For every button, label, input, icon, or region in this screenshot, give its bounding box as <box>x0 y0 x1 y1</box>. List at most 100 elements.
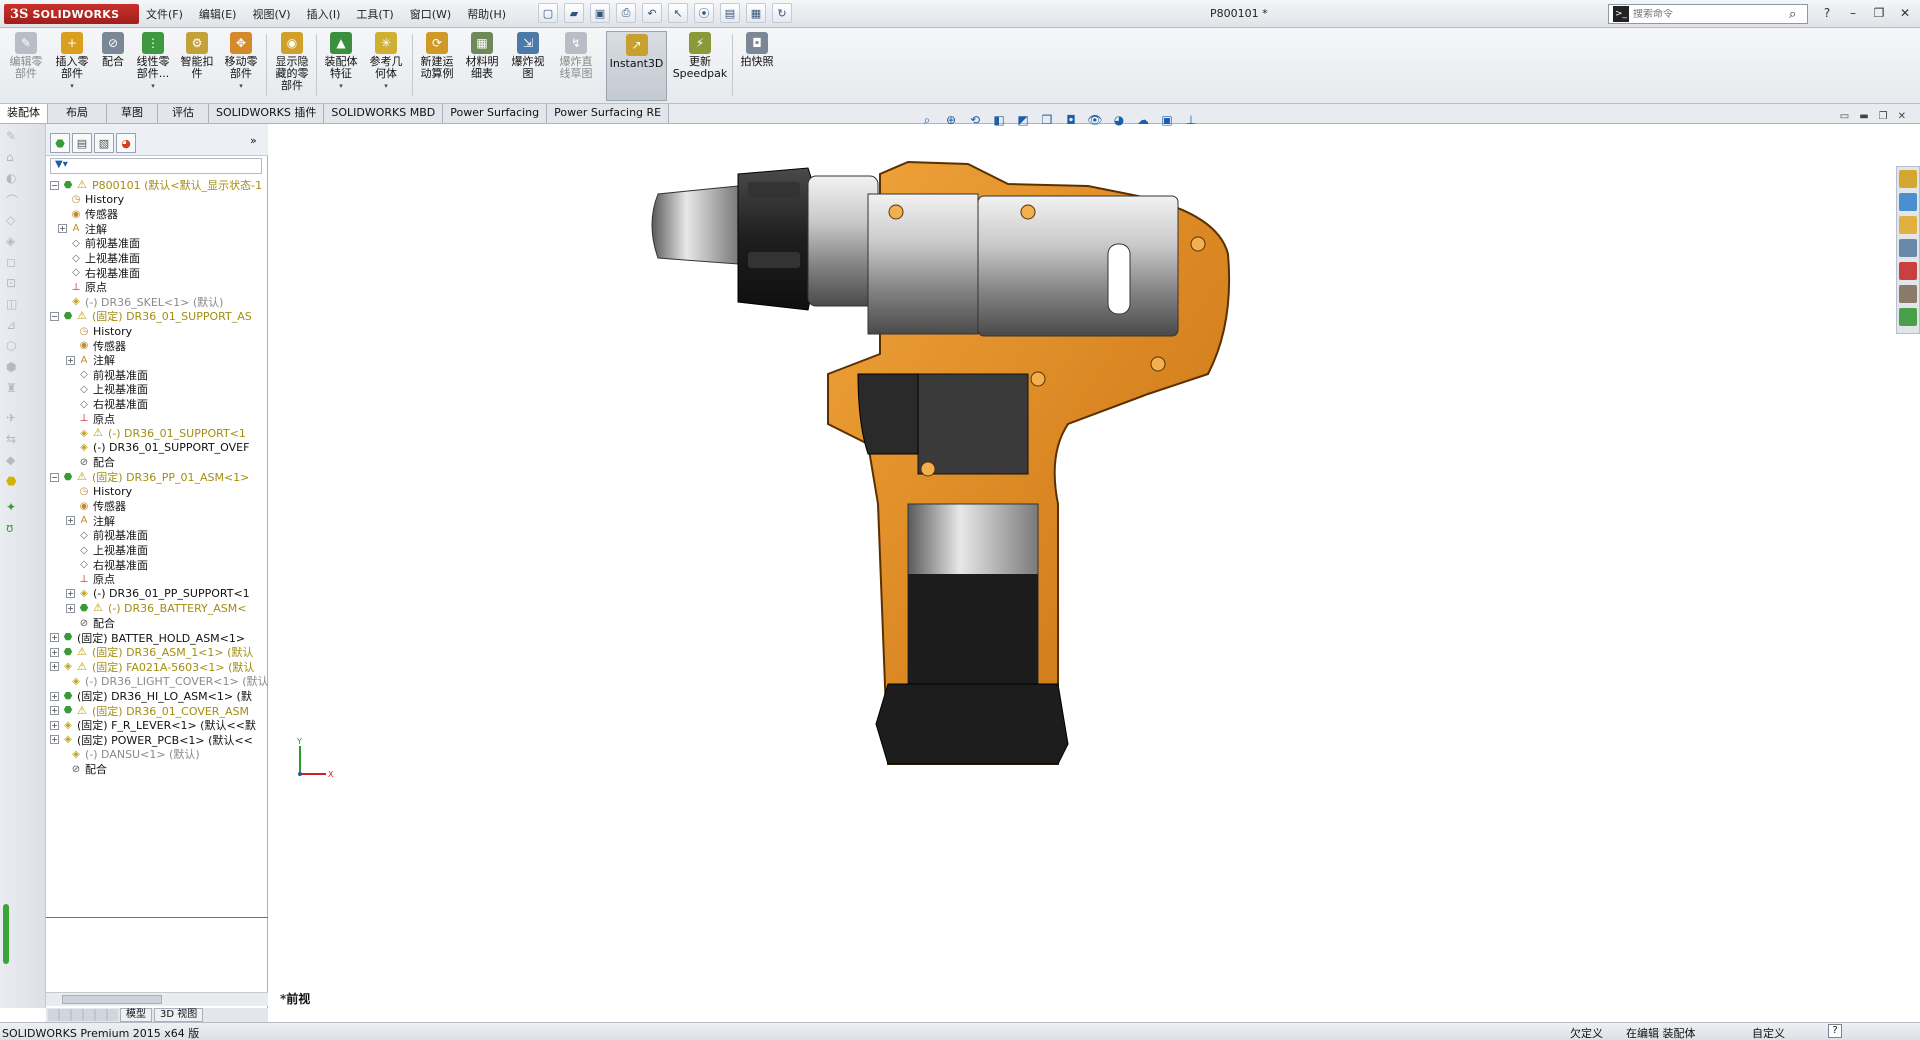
tree-node[interactable]: ⊘ 配合 <box>58 760 107 778</box>
traffic-light-icon[interactable]: ⦿ <box>694 3 714 23</box>
chevron-down-icon[interactable]: ▾ <box>339 82 343 90</box>
save-icon[interactable]: ▣ <box>590 3 610 23</box>
tool-icon[interactable]: ◫ <box>6 297 26 313</box>
graphics-area[interactable]: ⌕ ⊕ ⟲ ◧ ◩ ❒ ◘ 👁 ◕ ☁ ▣ ⊥ ▭ ▬ ❐ ✕ X Y *前视 <box>268 111 1920 1008</box>
tool-icon[interactable]: ◇ <box>6 213 26 229</box>
component-icon[interactable]: ⬣ <box>6 474 26 490</box>
edit-component-button[interactable]: ✎ 编辑零 部件 <box>4 32 48 100</box>
chevron-down-icon[interactable]: ▾ <box>239 82 243 90</box>
menu-help[interactable]: 帮助(H) <box>467 6 506 22</box>
expand-icon[interactable]: + <box>50 662 59 672</box>
tab-3d-views[interactable]: 3D 视图 <box>154 1008 204 1022</box>
tab-evaluate[interactable]: 评估 <box>158 104 209 123</box>
minimize-icon[interactable]: – <box>1844 4 1862 22</box>
custom-properties-icon[interactable] <box>1899 285 1917 303</box>
tab-power-surfacing[interactable]: Power Surfacing <box>443 104 548 123</box>
units-selector[interactable]: 自定义 <box>1752 1025 1785 1040</box>
expand-icon[interactable]: + <box>50 720 59 730</box>
tile-icon[interactable]: ▭ <box>1840 111 1849 122</box>
tab-layout[interactable]: 布局 <box>48 104 107 123</box>
expand-icon[interactable]: + <box>50 633 59 643</box>
tool-icon[interactable]: ⬢ <box>6 360 26 376</box>
appearances-icon[interactable] <box>1899 262 1917 280</box>
file-explorer-icon[interactable] <box>1899 216 1917 234</box>
search-input[interactable] <box>1633 8 1789 20</box>
expand-icon[interactable]: + <box>66 355 75 365</box>
tool-icon[interactable]: ⬡ <box>6 339 26 355</box>
scrollbar-thumb[interactable] <box>62 995 162 1004</box>
tool-icon[interactable]: ⌒ <box>6 192 26 208</box>
menu-view[interactable]: 视图(V) <box>252 6 290 22</box>
chevron-down-icon[interactable]: ▾ <box>384 82 388 90</box>
display-manager-tab-icon[interactable]: ◕ <box>116 133 136 153</box>
assembly-features-button[interactable]: ▲ 装配体 特征 ▾ <box>320 32 362 100</box>
collapse-icon[interactable]: − <box>50 180 59 190</box>
tab-scroll-arrows[interactable] <box>48 1009 118 1021</box>
tool-icon[interactable]: ♜ <box>6 381 26 397</box>
expand-icon[interactable]: + <box>50 706 59 716</box>
chevron-down-icon[interactable]: ▾ <box>70 82 74 90</box>
horizontal-scrollbar[interactable] <box>46 992 268 1006</box>
restore-icon[interactable]: ❐ <box>1870 4 1888 22</box>
view-palette-icon[interactable] <box>1899 239 1917 257</box>
collapse-icon[interactable]: − <box>50 472 59 482</box>
expand-icon[interactable]: + <box>50 647 59 657</box>
forum-icon[interactable] <box>1899 308 1917 326</box>
explode-line-sketch-button[interactable]: ↯ 爆炸直 线草图 <box>554 32 598 100</box>
expand-icon[interactable]: + <box>50 735 59 745</box>
tool-icon[interactable]: ⌂ <box>6 150 26 166</box>
tool-icon[interactable]: ◈ <box>6 234 26 250</box>
search-icon[interactable]: ⌕ <box>1789 7 1807 22</box>
solidworks-logo[interactable]: 3S SOLIDWORKS <box>4 4 139 24</box>
tool-icon[interactable]: ⇆ <box>6 432 26 448</box>
menu-edit[interactable]: 编辑(E) <box>199 6 237 22</box>
chevron-down-icon[interactable]: ▾ <box>151 82 155 90</box>
viewport-restore-icon[interactable]: ❐ <box>1879 111 1888 122</box>
expand-icon[interactable]: + <box>50 691 59 701</box>
exploded-view-button[interactable]: ⇲ 爆炸视 图 <box>508 32 548 100</box>
help-icon[interactable]: ? <box>1828 1024 1842 1038</box>
tool-icon[interactable]: ◻ <box>6 255 26 271</box>
expand-icon[interactable]: + <box>66 589 75 599</box>
mate-button[interactable]: ⊘ 配合 <box>96 32 130 100</box>
tool-icon[interactable]: ✈ <box>6 411 26 427</box>
options-icon[interactable]: ▦ <box>746 3 766 23</box>
tab-sketch[interactable]: 草图 <box>107 104 158 123</box>
feature-tree-tab-icon[interactable]: ⬣ <box>50 133 70 153</box>
tab-power-surfacing-re[interactable]: Power Surfacing RE <box>547 104 670 123</box>
show-hidden-components-button[interactable]: ◉ 显示隐 藏的零 部件 <box>270 32 314 100</box>
instant3d-button[interactable]: ↗ Instant3D <box>606 31 667 101</box>
take-snapshot-button[interactable]: ◘ 拍快照 <box>736 32 778 100</box>
property-manager-tab-icon[interactable]: ▤ <box>72 133 92 153</box>
linear-pattern-button[interactable]: ⋮ 线性零 部件... ▾ <box>132 32 174 100</box>
tab-solidworks-addins[interactable]: SOLIDWORKS 插件 <box>209 104 325 123</box>
tab-solidworks-mbd[interactable]: SOLIDWORKS MBD <box>324 104 444 123</box>
menu-tools[interactable]: 工具(T) <box>356 6 393 22</box>
tab-assembly[interactable]: 装配体 <box>0 104 48 123</box>
print-icon[interactable]: ⎙ <box>616 3 636 23</box>
design-library-icon[interactable] <box>1899 193 1917 211</box>
menu-file[interactable]: 文件(F) <box>146 6 183 22</box>
expand-icon[interactable]: + <box>66 603 75 613</box>
new-document-icon[interactable]: ▢ <box>538 3 558 23</box>
expand-icon[interactable]: + <box>66 516 75 526</box>
collapse-icon[interactable]: − <box>50 311 59 321</box>
configuration-manager-tab-icon[interactable]: ▧ <box>94 133 114 153</box>
sensor-icon[interactable]: ✦ <box>6 500 26 516</box>
tree-filter[interactable]: ▼▾ <box>50 158 262 174</box>
tab-model[interactable]: 模型 <box>120 1008 152 1022</box>
file-properties-icon[interactable]: ▤ <box>720 3 740 23</box>
menu-window[interactable]: 窗口(W) <box>410 6 451 22</box>
viewport-close-icon[interactable]: ✕ <box>1898 111 1906 122</box>
viewport-minimize-icon[interactable]: ▬ <box>1859 111 1868 122</box>
curve-icon[interactable]: ʊ <box>6 521 26 537</box>
smart-fasteners-button[interactable]: ⚙ 智能扣 件 <box>176 32 218 100</box>
rebuild-icon[interactable]: ↻ <box>772 3 792 23</box>
bill-of-materials-button[interactable]: ▦ 材料明 细表 <box>462 32 502 100</box>
menu-insert[interactable]: 插入(I) <box>307 6 341 22</box>
move-component-button[interactable]: ✥ 移动零 部件 ▾ <box>220 32 262 100</box>
tool-icon[interactable]: ✎ <box>6 129 26 145</box>
tool-icon[interactable]: ⊿ <box>6 318 26 334</box>
solidworks-resources-icon[interactable] <box>1899 170 1917 188</box>
tool-icon[interactable]: ◐ <box>6 171 26 187</box>
